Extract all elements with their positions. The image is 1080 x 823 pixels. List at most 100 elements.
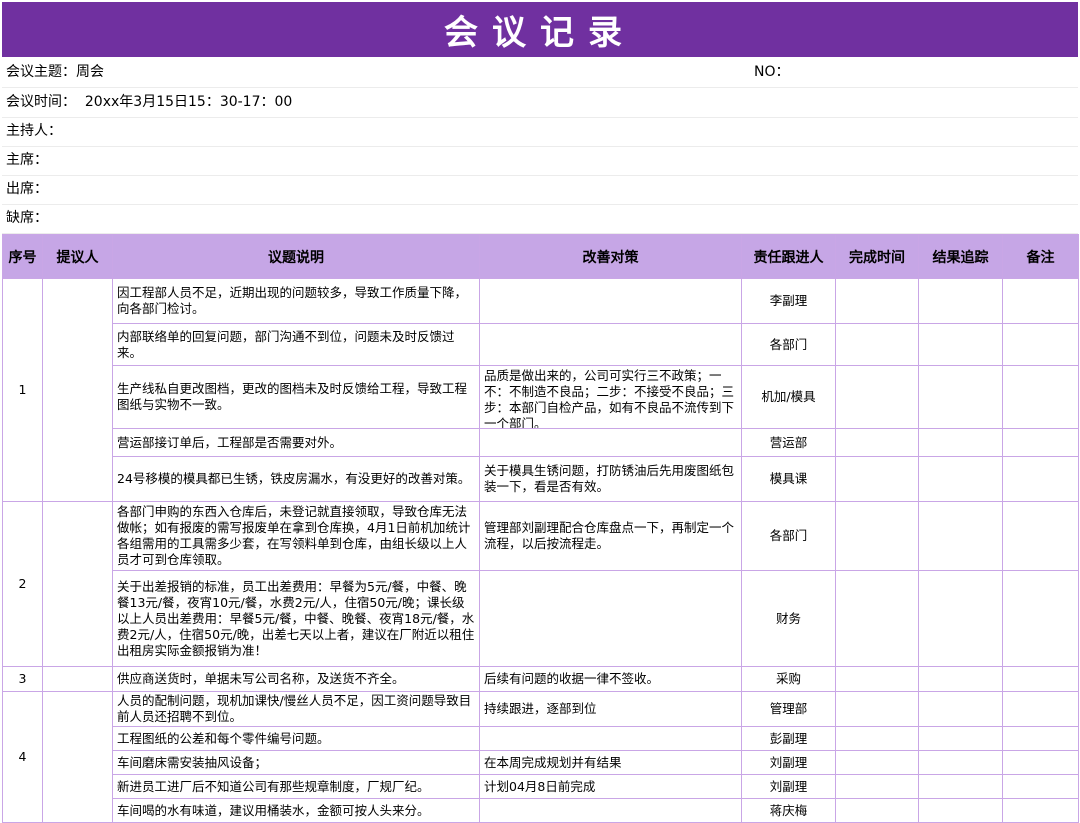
result-cell[interactable]	[918, 428, 1003, 457]
completion-cell[interactable]	[835, 456, 919, 502]
result-cell[interactable]	[918, 750, 1003, 775]
owner-cell[interactable]: 彭副理	[741, 726, 836, 751]
owner-cell[interactable]: 采购	[741, 666, 836, 692]
remarks-cell[interactable]	[1002, 323, 1079, 366]
measure-cell[interactable]	[479, 570, 742, 667]
issue-cell[interactable]: 车间喝的水有味道，建议用桶装水，金额可按人头来分。	[112, 798, 480, 823]
issue-cell[interactable]: 各部门申购的东西入仓库后，未登记就直接领取，导致仓库无法做帐；如有报废的需写报废…	[112, 501, 480, 571]
owner-cell[interactable]: 各部门	[741, 323, 836, 366]
group-index[interactable]: 3	[2, 666, 43, 692]
issue-cell[interactable]: 营运部接订单后，工程部是否需要对外。	[112, 428, 480, 457]
completion-cell[interactable]	[835, 278, 919, 324]
measure-cell[interactable]	[479, 798, 742, 823]
proposer-cell[interactable]	[42, 666, 113, 692]
result-cell[interactable]	[918, 774, 1003, 799]
remarks-cell[interactable]	[1002, 691, 1079, 727]
owner-cell[interactable]: 蒋庆梅	[741, 798, 836, 823]
completion-cell[interactable]	[835, 365, 919, 429]
owner-cell[interactable]: 刘副理	[741, 750, 836, 775]
result-cell[interactable]	[918, 666, 1003, 692]
issue-cell[interactable]: 新进员工进厂后不知道公司有那些规章制度，厂规厂纪。	[112, 774, 480, 799]
result-cell[interactable]	[918, 570, 1003, 667]
proposer-cell[interactable]	[42, 691, 113, 823]
result-cell[interactable]	[918, 798, 1003, 823]
table-row: 车间喝的水有味道，建议用桶装水，金额可按人头来分。 蒋庆梅	[3, 798, 1079, 823]
completion-cell[interactable]	[835, 501, 919, 571]
present-field[interactable]: 出席：	[6, 175, 48, 204]
measure-cell[interactable]	[479, 278, 742, 324]
completion-cell[interactable]	[835, 691, 919, 727]
chair-field[interactable]: 主席：	[6, 146, 48, 175]
owner-cell[interactable]: 刘副理	[741, 774, 836, 799]
completion-cell[interactable]	[835, 774, 919, 799]
owner-cell[interactable]: 管理部	[741, 691, 836, 727]
present-row: 出席：	[2, 175, 1078, 205]
issue-cell[interactable]: 工程图纸的公差和每个零件编号问题。	[112, 726, 480, 751]
group-index[interactable]: 4	[2, 691, 43, 823]
remarks-cell[interactable]	[1002, 774, 1079, 799]
result-cell[interactable]	[918, 726, 1003, 751]
measure-cell[interactable]: 后续有问题的收据一律不签收。	[479, 666, 742, 692]
remarks-cell[interactable]	[1002, 666, 1079, 692]
issue-cell[interactable]: 生产线私自更改图档，更改的图档未及时反馈给工程，导致工程图纸与实物不一致。	[112, 365, 480, 429]
measure-cell[interactable]	[479, 428, 742, 457]
result-cell[interactable]	[918, 691, 1003, 727]
proposer-cell[interactable]	[42, 501, 113, 667]
completion-cell[interactable]	[835, 323, 919, 366]
remarks-cell[interactable]	[1002, 278, 1079, 324]
remarks-cell[interactable]	[1002, 750, 1079, 775]
proposer-cell[interactable]	[42, 278, 113, 502]
issue-cell[interactable]: 人员的配制问题，现机加课快/慢丝人员不足，因工资问题导致目前人员还招聘不到位。	[112, 691, 480, 727]
completion-cell[interactable]	[835, 666, 919, 692]
measure-cell[interactable]	[479, 323, 742, 366]
absent-field[interactable]: 缺席：	[6, 204, 48, 233]
result-cell[interactable]	[918, 365, 1003, 429]
table-row: 1 因工程部人员不足，近期出现的问题较多，导致工作质量下降，向各部门检讨。 李副…	[2, 278, 1079, 502]
owner-cell[interactable]: 财务	[741, 570, 836, 667]
measure-cell[interactable]	[479, 726, 742, 751]
issue-cell[interactable]: 因工程部人员不足，近期出现的问题较多，导致工作质量下降，向各部门检讨。	[112, 278, 480, 324]
owner-cell[interactable]: 李副理	[741, 278, 836, 324]
remarks-cell[interactable]	[1002, 365, 1079, 429]
remarks-cell[interactable]	[1002, 726, 1079, 751]
group-index[interactable]: 2	[2, 501, 43, 667]
remarks-cell[interactable]	[1002, 501, 1079, 571]
owner-cell[interactable]: 营运部	[741, 428, 836, 457]
issue-cell[interactable]: 供应商送货时，单据未写公司名称，及送货不齐全。	[112, 666, 480, 692]
measure-cell[interactable]: 计划04月8日前完成	[479, 774, 742, 799]
issue-cell[interactable]: 24号移模的模具都已生锈，铁皮房漏水，有没更好的改善对策。	[112, 456, 480, 502]
issue-cell[interactable]: 内部联络单的回复问题，部门沟通不到位，问题未及时反馈过来。	[112, 323, 480, 366]
completion-cell[interactable]	[835, 750, 919, 775]
remarks-cell[interactable]	[1002, 428, 1079, 457]
page-title: 会议记录	[2, 2, 1078, 57]
result-cell[interactable]	[918, 323, 1003, 366]
owner-cell[interactable]: 模具课	[741, 456, 836, 502]
record-number[interactable]: NO：	[754, 58, 790, 87]
result-cell[interactable]	[918, 278, 1003, 324]
meeting-topic[interactable]: 会议主题：周会	[6, 58, 104, 87]
meeting-time[interactable]: 会议时间： 20xx年3月15日15：30-17：00	[6, 88, 292, 117]
owner-cell[interactable]: 机加/模具	[741, 365, 836, 429]
issue-cell[interactable]: 关于出差报销的标准，员工出差费用：早餐为5元/餐，中餐、晚餐13元/餐，夜宵10…	[112, 570, 480, 667]
measure-cell[interactable]: 管理部刘副理配合仓库盘点一下，再制定一个流程，以后按流程走。	[479, 501, 742, 571]
remarks-cell[interactable]	[1002, 798, 1079, 823]
remarks-cell[interactable]	[1002, 570, 1079, 667]
measure-cell[interactable]: 持续跟进，逐部到位	[479, 691, 742, 727]
host-field[interactable]: 主持人：	[6, 117, 62, 146]
issue-cell[interactable]: 车间磨床需安装抽风设备；	[112, 750, 480, 775]
completion-cell[interactable]	[835, 726, 919, 751]
owner-cell[interactable]: 各部门	[741, 501, 836, 571]
measure-cell[interactable]: 品质是做出来的，公司可实行三不政策；一不：不制造不良品；二步：不接受不良品；三步…	[479, 365, 742, 429]
completion-cell[interactable]	[835, 798, 919, 823]
meeting-items-table: 序号 提议人 议题说明 改善对策 责任跟进人 完成时间 结果追踪 备注 1 因工…	[2, 234, 1079, 823]
group-index[interactable]: 1	[2, 278, 43, 502]
completion-cell[interactable]	[835, 570, 919, 667]
meeting-time-row: 会议时间： 20xx年3月15日15：30-17：00	[2, 88, 1078, 118]
remarks-cell[interactable]	[1002, 456, 1079, 502]
measure-cell[interactable]: 在本周完成规划并有结果	[479, 750, 742, 775]
header-completion-time: 完成时间	[835, 234, 919, 279]
measure-cell[interactable]: 关于模具生锈问题，打防锈油后先用废图纸包装一下，看是否有效。	[479, 456, 742, 502]
result-cell[interactable]	[918, 501, 1003, 571]
completion-cell[interactable]	[835, 428, 919, 457]
result-cell[interactable]	[918, 456, 1003, 502]
